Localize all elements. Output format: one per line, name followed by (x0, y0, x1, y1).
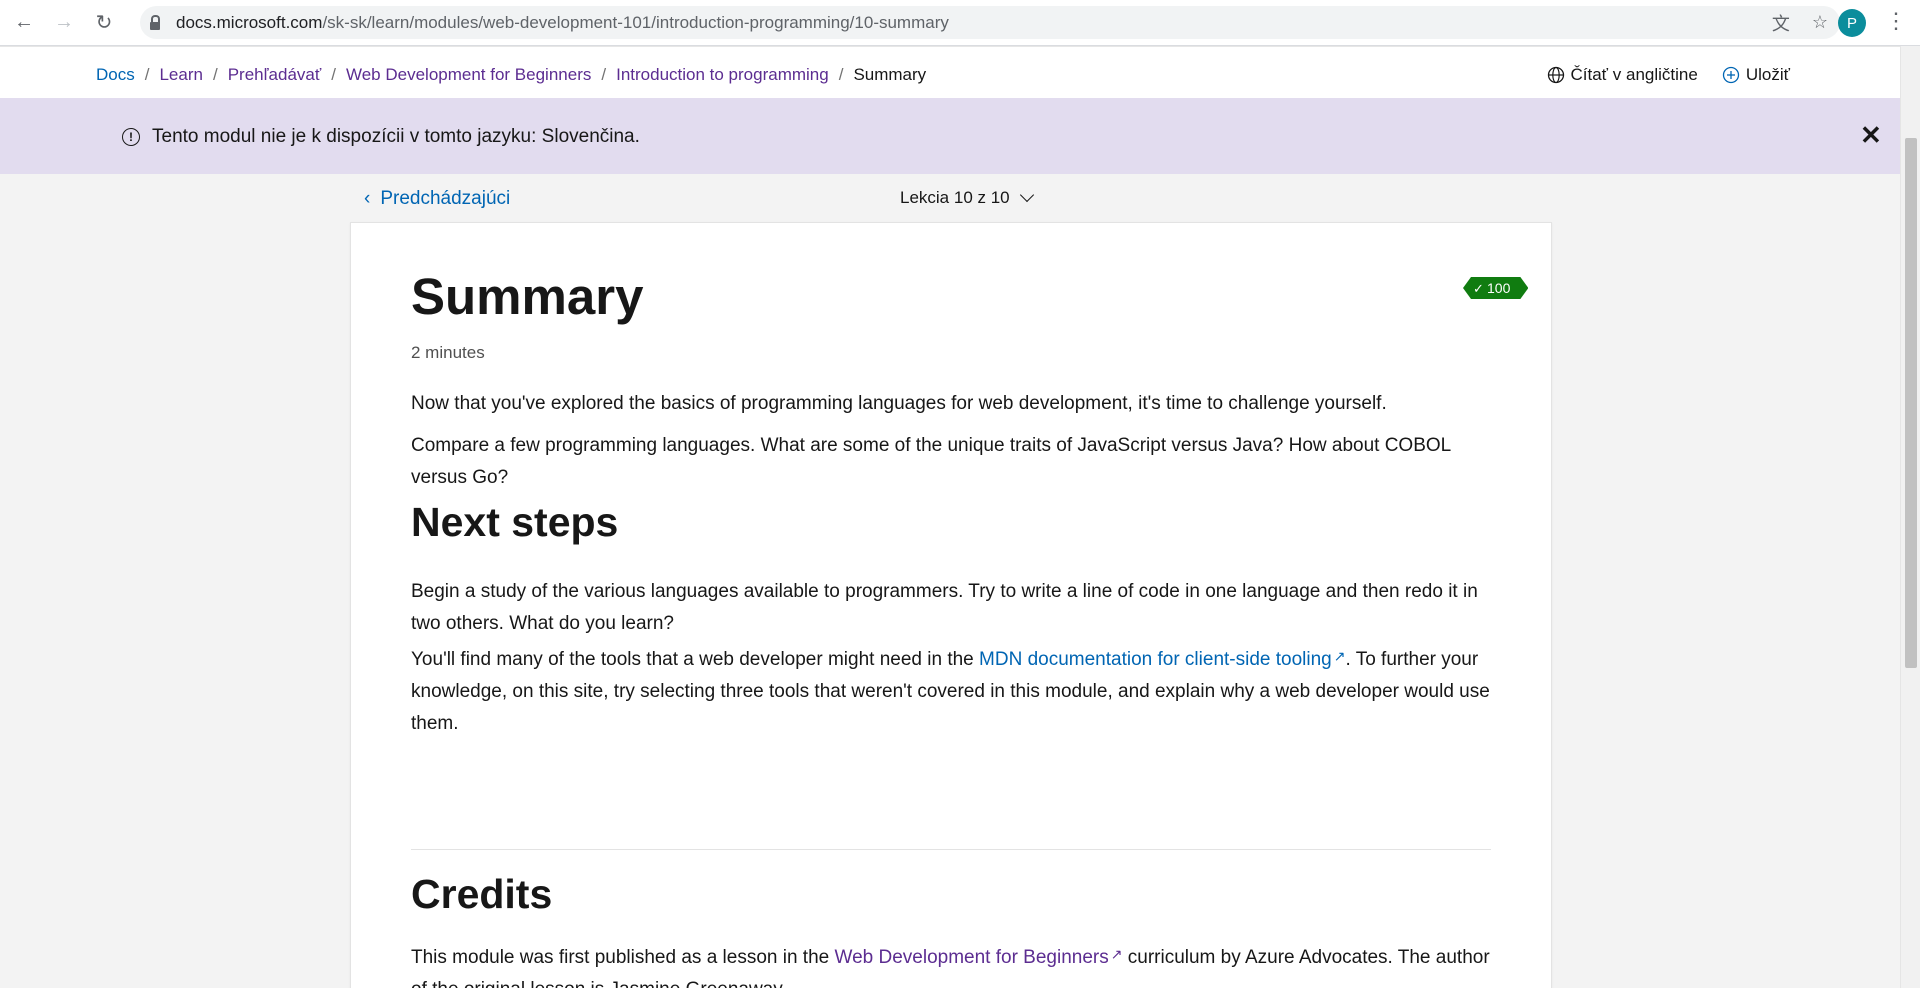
previous-lesson-link[interactable]: ‹ Predchádzajúci (364, 188, 510, 210)
chevron-down-icon (1019, 187, 1034, 203)
paragraph-intro: Now that you've explored the basics of p… (411, 393, 1387, 414)
lock-icon (150, 14, 160, 30)
check-icon: ✓ (1473, 281, 1484, 296)
unit-card: Summary ✓ 100 XP 2 minutes Now that you'… (350, 222, 1552, 988)
page-scrollbar[interactable] (1900, 46, 1920, 988)
mdn-tooling-link[interactable]: MDN documentation for client-side toolin… (979, 648, 1346, 670)
save-button[interactable]: Uložiť (1722, 65, 1790, 85)
breadcrumb-browse[interactable]: Prehľadávať (228, 65, 322, 85)
browser-toolbar: ← → ↻ docs.microsoft.com/sk-sk/learn/mod… (0, 0, 1920, 46)
xp-value: 100 XP (1487, 280, 1511, 318)
paragraph-study: Begin a study of the various languages a… (411, 581, 1478, 634)
paragraph-credits: This module was first published as a les… (411, 946, 1490, 988)
paragraph-compare: Compare a few programming languages. Wha… (411, 435, 1451, 488)
chevron-left-icon: ‹ (364, 188, 371, 209)
breadcrumb: Docs / Learn / Prehľadávať / Web Develop… (96, 65, 927, 85)
previous-label: Predchádzajúci (380, 188, 511, 209)
breadcrumb-current: Summary (853, 65, 927, 84)
read-in-english-button[interactable]: Čítať v angličtine (1547, 65, 1698, 85)
url-text: docs.microsoft.com/sk-sk/learn/modules/w… (176, 12, 949, 32)
reload-icon[interactable]: ↻ (88, 7, 120, 39)
banner-text: Tento modul nie je k dispozícii v tomto … (152, 126, 640, 147)
menu-kebab-icon[interactable]: ⋮ (1885, 8, 1907, 34)
breadcrumb-learning-path[interactable]: Web Development for Beginners (346, 65, 591, 85)
star-icon[interactable]: ☆ (1812, 12, 1828, 33)
top-bar: Docs / Learn / Prehľadávať / Web Develop… (0, 46, 1900, 99)
duration: 2 minutes (411, 343, 485, 362)
heading-credits: Credits (411, 871, 553, 917)
plus-circle-icon (1722, 66, 1739, 84)
xp-badge: ✓ 100 XP (1463, 277, 1528, 299)
address-bar[interactable]: docs.microsoft.com/sk-sk/learn/modules/w… (140, 6, 1840, 39)
breadcrumb-module[interactable]: Introduction to programming (616, 65, 829, 85)
divider (411, 849, 1491, 850)
lesson-navigation: ‹ Predchádzajúci Lekcia 10 z 10 (350, 174, 1550, 222)
page-content: Docs / Learn / Prehľadávať / Web Develop… (0, 46, 1900, 988)
external-link-icon: ↗ (1110, 946, 1123, 962)
language-banner: ! Tento modul nie je k dispozícii v tomt… (0, 98, 1900, 174)
breadcrumb-docs[interactable]: Docs (96, 65, 135, 85)
web-dev-beginners-link[interactable]: Web Development for Beginners ↗ (835, 946, 1123, 968)
save-label: Uložiť (1745, 65, 1790, 84)
back-arrow-icon[interactable]: ← (8, 7, 40, 39)
lesson-counter-label: Lekcia 10 z 10 (900, 188, 1010, 207)
heading-next-steps: Next steps (411, 499, 619, 545)
translate-icon[interactable]: 文 (1772, 10, 1790, 36)
info-icon: ! (122, 128, 140, 146)
lesson-counter-dropdown[interactable]: Lekcia 10 z 10 (900, 187, 1034, 208)
external-link-icon: ↗ (1333, 648, 1346, 664)
page-title: Summary (411, 268, 644, 325)
avatar[interactable]: P (1838, 9, 1866, 37)
globe-icon (1547, 66, 1564, 84)
forward-arrow-icon[interactable]: → (48, 7, 80, 39)
breadcrumb-learn[interactable]: Learn (159, 65, 202, 85)
paragraph-tools: You'll find many of the tools that a web… (411, 648, 1490, 734)
scrollbar-thumb[interactable] (1905, 138, 1917, 668)
read-in-english-label: Čítať v angličtine (1570, 65, 1698, 84)
close-icon[interactable]: ✕ (1860, 120, 1882, 151)
